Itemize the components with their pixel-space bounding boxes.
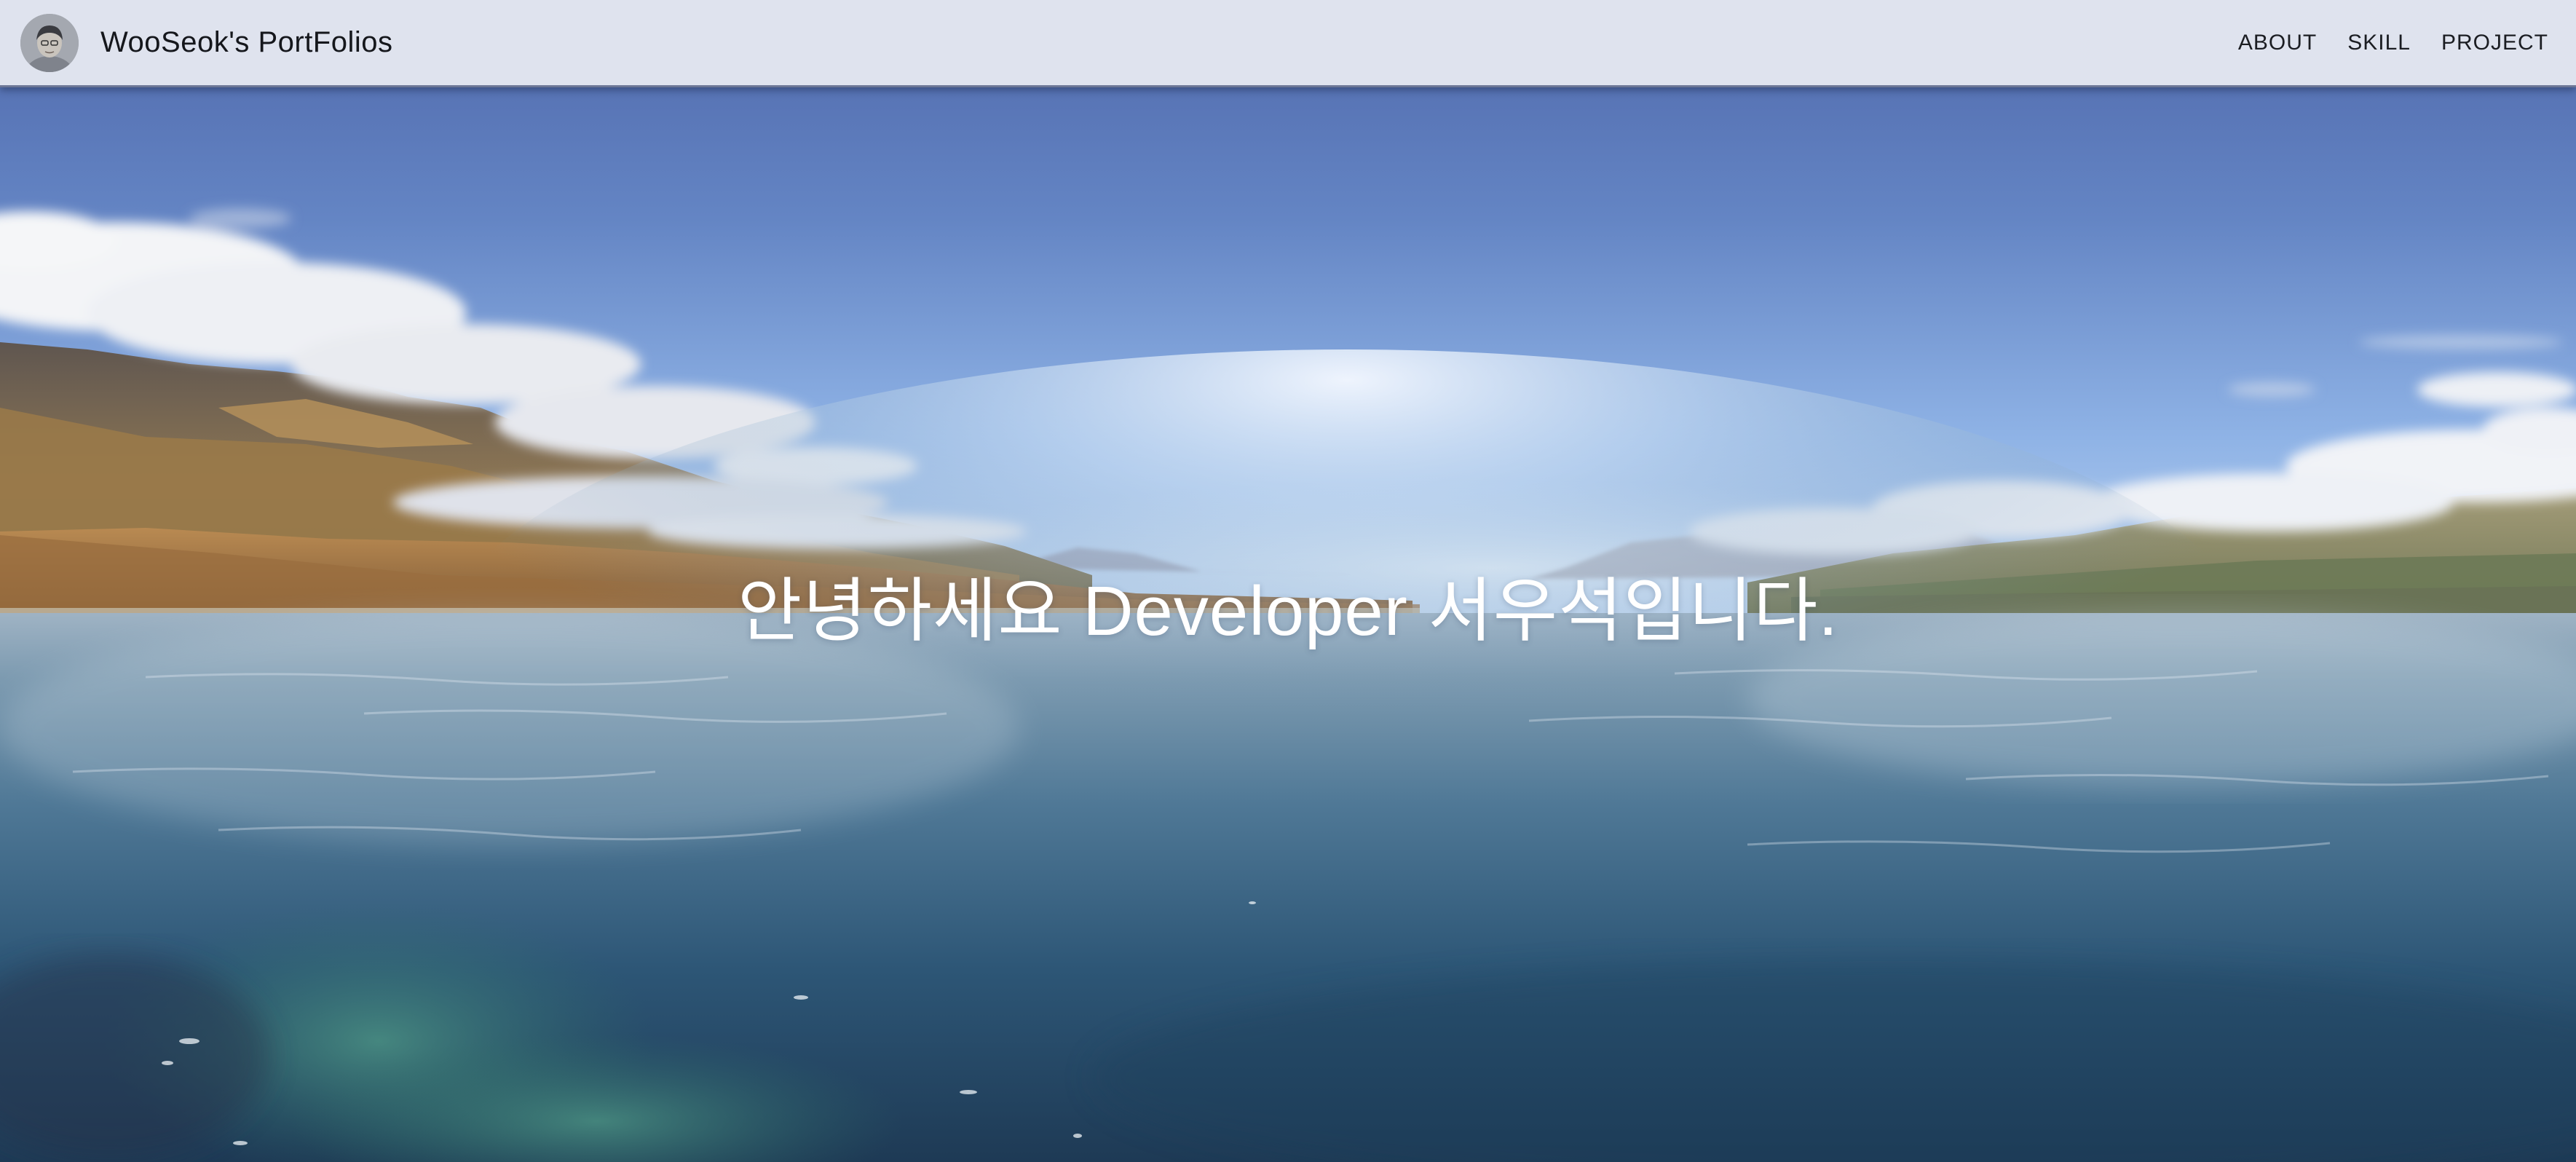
nav-link-about[interactable]: ABOUT: [2238, 31, 2317, 55]
hero-greeting: 안녕하세요 Developer 서우석입니다.: [737, 572, 1839, 650]
nav-link-skill[interactable]: SKILL: [2347, 31, 2411, 55]
avatar: [20, 13, 79, 72]
nav-links: ABOUT SKILL PROJECT: [2208, 31, 2548, 55]
brand-link[interactable]: WooSeok's PortFolios: [20, 13, 393, 72]
hero-section: 안녕하세요 Developer 서우석입니다.: [0, 0, 2576, 1162]
nav-link-project[interactable]: PROJECT: [2441, 31, 2548, 55]
brand-title: WooSeok's PortFolios: [100, 26, 393, 58]
profile-photo-icon: [20, 13, 79, 72]
portfolio-page: 안녕하세요 Developer 서우석입니다. WooSeok's PortFo…: [0, 0, 2576, 1162]
top-navbar: WooSeok's PortFolios ABOUT SKILL PROJECT: [0, 0, 2576, 87]
